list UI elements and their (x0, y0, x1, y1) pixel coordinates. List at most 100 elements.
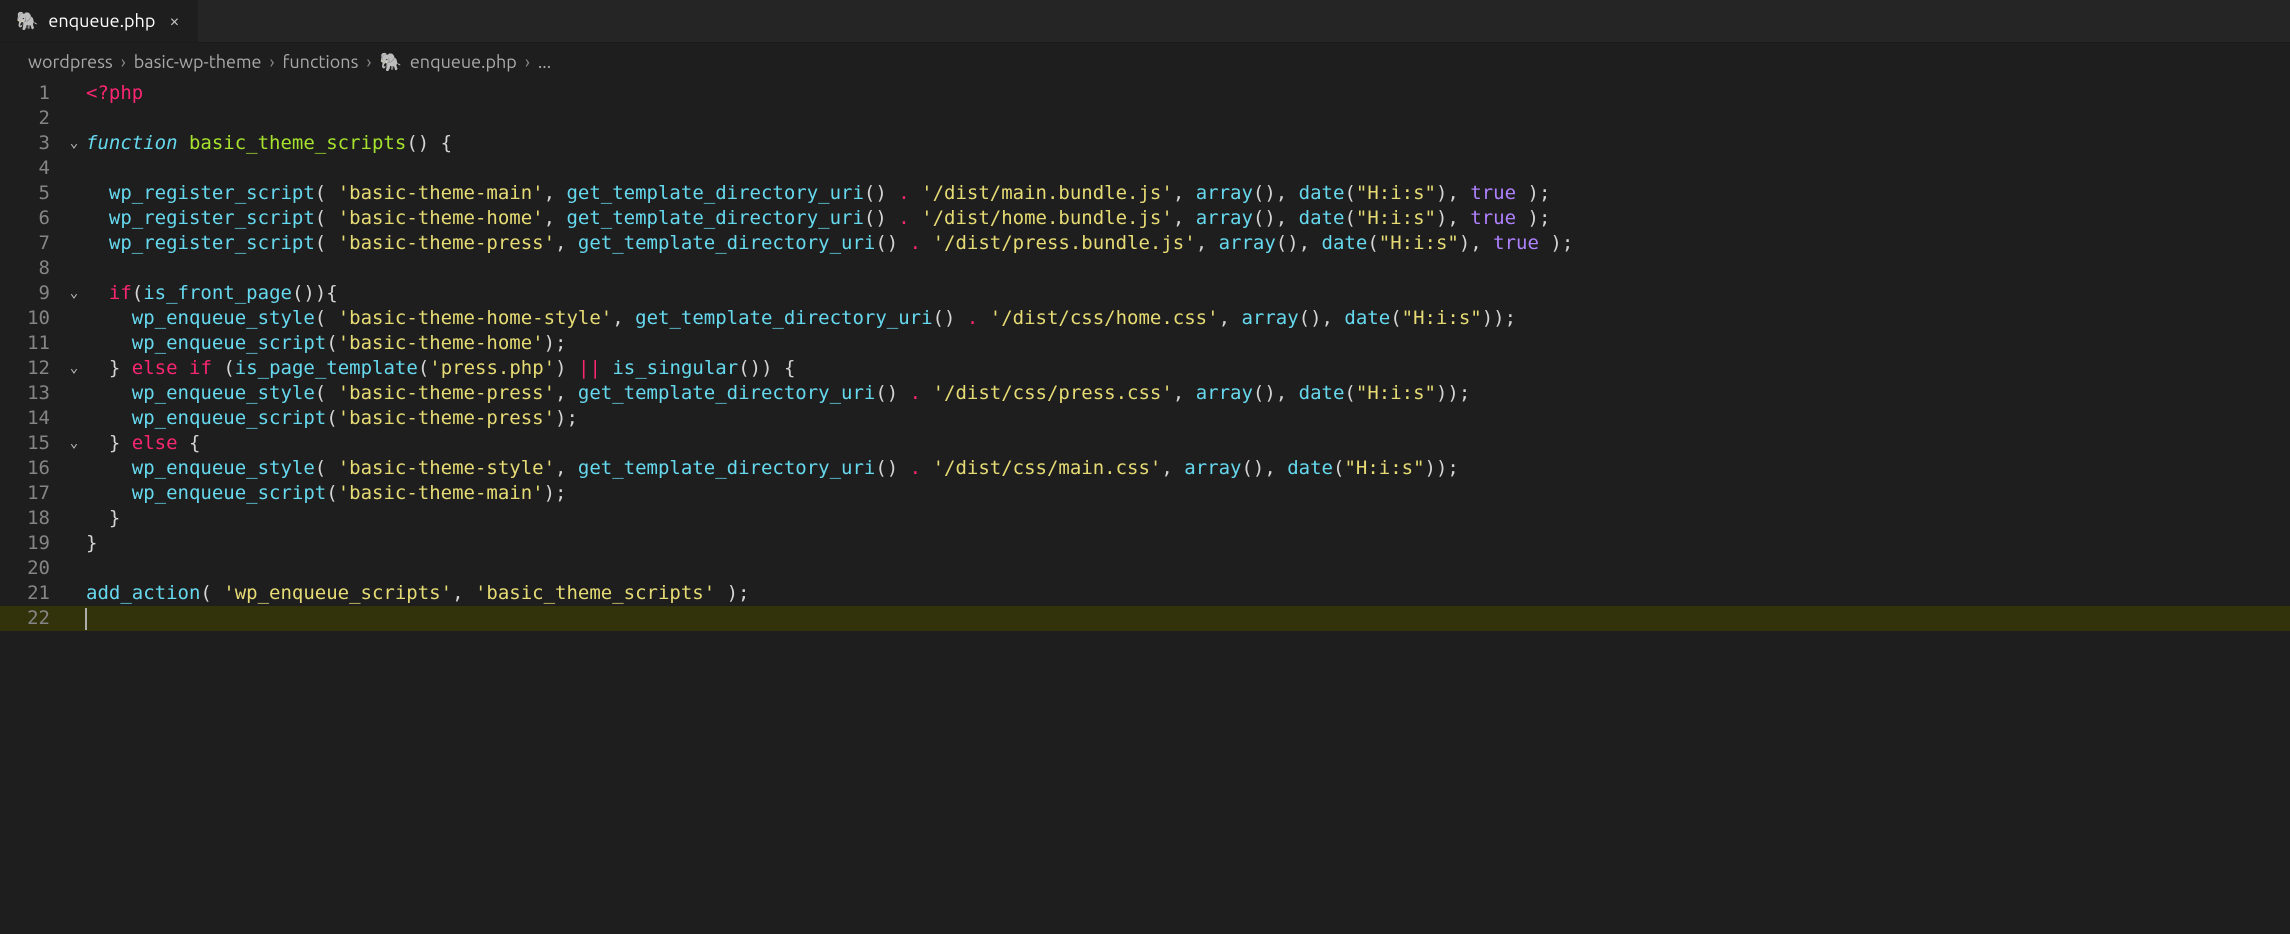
fold-toggle (62, 456, 86, 481)
text-cursor (85, 608, 87, 630)
line-number[interactable]: 6 (0, 206, 62, 231)
code-content[interactable] (86, 156, 2290, 181)
line-number[interactable]: 4 (0, 156, 62, 181)
line-number[interactable]: 19 (0, 531, 62, 556)
chevron-right-icon: › (366, 52, 371, 72)
line-number[interactable]: 5 (0, 181, 62, 206)
fold-toggle[interactable]: ⌄ (62, 281, 86, 306)
line-number[interactable]: 22 (0, 606, 62, 631)
code-line[interactable]: 9⌄ if(is_front_page()){ (0, 281, 2290, 306)
code-line[interactable]: 6 wp_register_script( 'basic-theme-home'… (0, 206, 2290, 231)
fold-toggle[interactable]: ⌄ (62, 431, 86, 456)
fold-toggle (62, 406, 86, 431)
code-content[interactable] (86, 556, 2290, 581)
code-content[interactable] (86, 106, 2290, 131)
code-content[interactable]: wp_enqueue_style( 'basic-theme-style', g… (86, 456, 2290, 481)
line-number[interactable]: 20 (0, 556, 62, 581)
breadcrumb-item[interactable]: enqueue.php (410, 52, 517, 72)
fold-toggle (62, 181, 86, 206)
tab-filename: enqueue.php (48, 11, 155, 31)
line-number[interactable]: 2 (0, 106, 62, 131)
code-content[interactable]: wp_enqueue_style( 'basic-theme-press', g… (86, 381, 2290, 406)
code-content[interactable]: wp_register_script( 'basic-theme-press',… (86, 231, 2290, 256)
code-content[interactable]: } else { (86, 431, 2290, 456)
code-line[interactable]: 19} (0, 531, 2290, 556)
code-line[interactable]: 7 wp_register_script( 'basic-theme-press… (0, 231, 2290, 256)
line-number[interactable]: 3 (0, 131, 62, 156)
line-number[interactable]: 17 (0, 481, 62, 506)
code-content[interactable]: wp_register_script( 'basic-theme-home', … (86, 206, 2290, 231)
line-number[interactable]: 9 (0, 281, 62, 306)
close-icon[interactable]: × (165, 11, 183, 31)
code-content[interactable]: wp_enqueue_script('basic-theme-main'); (86, 481, 2290, 506)
code-line[interactable]: 18 } (0, 506, 2290, 531)
code-content[interactable]: wp_register_script( 'basic-theme-main', … (86, 181, 2290, 206)
code-content[interactable]: if(is_front_page()){ (86, 281, 2290, 306)
fold-toggle (62, 331, 86, 356)
code-line[interactable]: 1 <?php (0, 81, 2290, 106)
code-content[interactable]: add_action( 'wp_enqueue_scripts', 'basic… (86, 581, 2290, 606)
tab-enqueue-php[interactable]: 🐘 enqueue.php × (0, 0, 199, 42)
code-content[interactable]: wp_enqueue_style( 'basic-theme-home-styl… (86, 306, 2290, 331)
line-number[interactable]: 18 (0, 506, 62, 531)
code-line[interactable]: 11 wp_enqueue_script('basic-theme-home')… (0, 331, 2290, 356)
code-content[interactable]: } else if (is_page_template('press.php')… (86, 356, 2290, 381)
code-content[interactable]: wp_enqueue_script('basic-theme-home'); (86, 331, 2290, 356)
line-number[interactable]: 1 (0, 81, 62, 106)
code-line[interactable]: 14 wp_enqueue_script('basic-theme-press'… (0, 406, 2290, 431)
fold-toggle (62, 206, 86, 231)
breadcrumb: wordpress › basic-wp-theme › functions ›… (0, 43, 2290, 81)
code-editor[interactable]: 1<?php23⌄function basic_theme_scripts() … (0, 81, 2290, 631)
line-number[interactable]: 8 (0, 256, 62, 281)
code-line[interactable]: 16 wp_enqueue_style( 'basic-theme-style'… (0, 456, 2290, 481)
breadcrumb-item[interactable]: basic-wp-theme (134, 52, 262, 72)
fold-toggle (62, 531, 86, 556)
code-line[interactable]: 21 add_action( 'wp_enqueue_scripts', 'bas… (0, 581, 2290, 606)
fold-toggle (62, 506, 86, 531)
fold-toggle[interactable]: ⌄ (62, 356, 86, 381)
code-line[interactable]: 22 (0, 606, 2290, 631)
code-line[interactable]: 17 wp_enqueue_script('basic-theme-main')… (0, 481, 2290, 506)
code-content[interactable]: function basic_theme_scripts() { (86, 131, 2290, 156)
code-line[interactable]: 12⌄ } else if (is_page_template('press.p… (0, 356, 2290, 381)
line-number[interactable]: 16 (0, 456, 62, 481)
line-number[interactable]: 13 (0, 381, 62, 406)
code-line[interactable]: 2 (0, 106, 2290, 131)
breadcrumb-item[interactable]: wordpress (28, 52, 113, 72)
code-line[interactable]: 8 (0, 256, 2290, 281)
chevron-right-icon: › (121, 52, 126, 72)
code-line[interactable]: 13 wp_enqueue_style( 'basic-theme-press'… (0, 381, 2290, 406)
code-content[interactable] (86, 606, 2290, 631)
code-content[interactable]: <?php (86, 81, 2290, 106)
code-content[interactable] (86, 256, 2290, 281)
fold-toggle (62, 256, 86, 281)
code-content[interactable]: wp_enqueue_script('basic-theme-press'); (86, 406, 2290, 431)
fold-toggle (62, 381, 86, 406)
line-number[interactable]: 12 (0, 356, 62, 381)
code-line[interactable]: 15⌄ } else { (0, 431, 2290, 456)
line-number[interactable]: 11 (0, 331, 62, 356)
fold-toggle (62, 81, 86, 106)
code-line[interactable]: 3⌄function basic_theme_scripts() { (0, 131, 2290, 156)
code-line[interactable]: 4 (0, 156, 2290, 181)
code-line[interactable]: 5 wp_register_script( 'basic-theme-main'… (0, 181, 2290, 206)
code-line[interactable]: 10 wp_enqueue_style( 'basic-theme-home-s… (0, 306, 2290, 331)
line-number[interactable]: 21 (0, 581, 62, 606)
breadcrumb-item[interactable]: functions (283, 52, 359, 72)
line-number[interactable]: 14 (0, 406, 62, 431)
line-number[interactable]: 15 (0, 431, 62, 456)
fold-toggle[interactable]: ⌄ (62, 131, 86, 156)
fold-toggle (62, 606, 86, 631)
fold-toggle (62, 231, 86, 256)
php-file-icon: 🐘 (379, 52, 401, 73)
php-file-icon: 🐘 (16, 11, 38, 32)
fold-toggle (62, 556, 86, 581)
line-number[interactable]: 10 (0, 306, 62, 331)
fold-toggle (62, 581, 86, 606)
code-content[interactable]: } (86, 506, 2290, 531)
line-number[interactable]: 7 (0, 231, 62, 256)
breadcrumb-item[interactable]: ... (538, 52, 551, 72)
fold-toggle (62, 306, 86, 331)
code-content[interactable]: } (86, 531, 2290, 556)
code-line[interactable]: 20 (0, 556, 2290, 581)
